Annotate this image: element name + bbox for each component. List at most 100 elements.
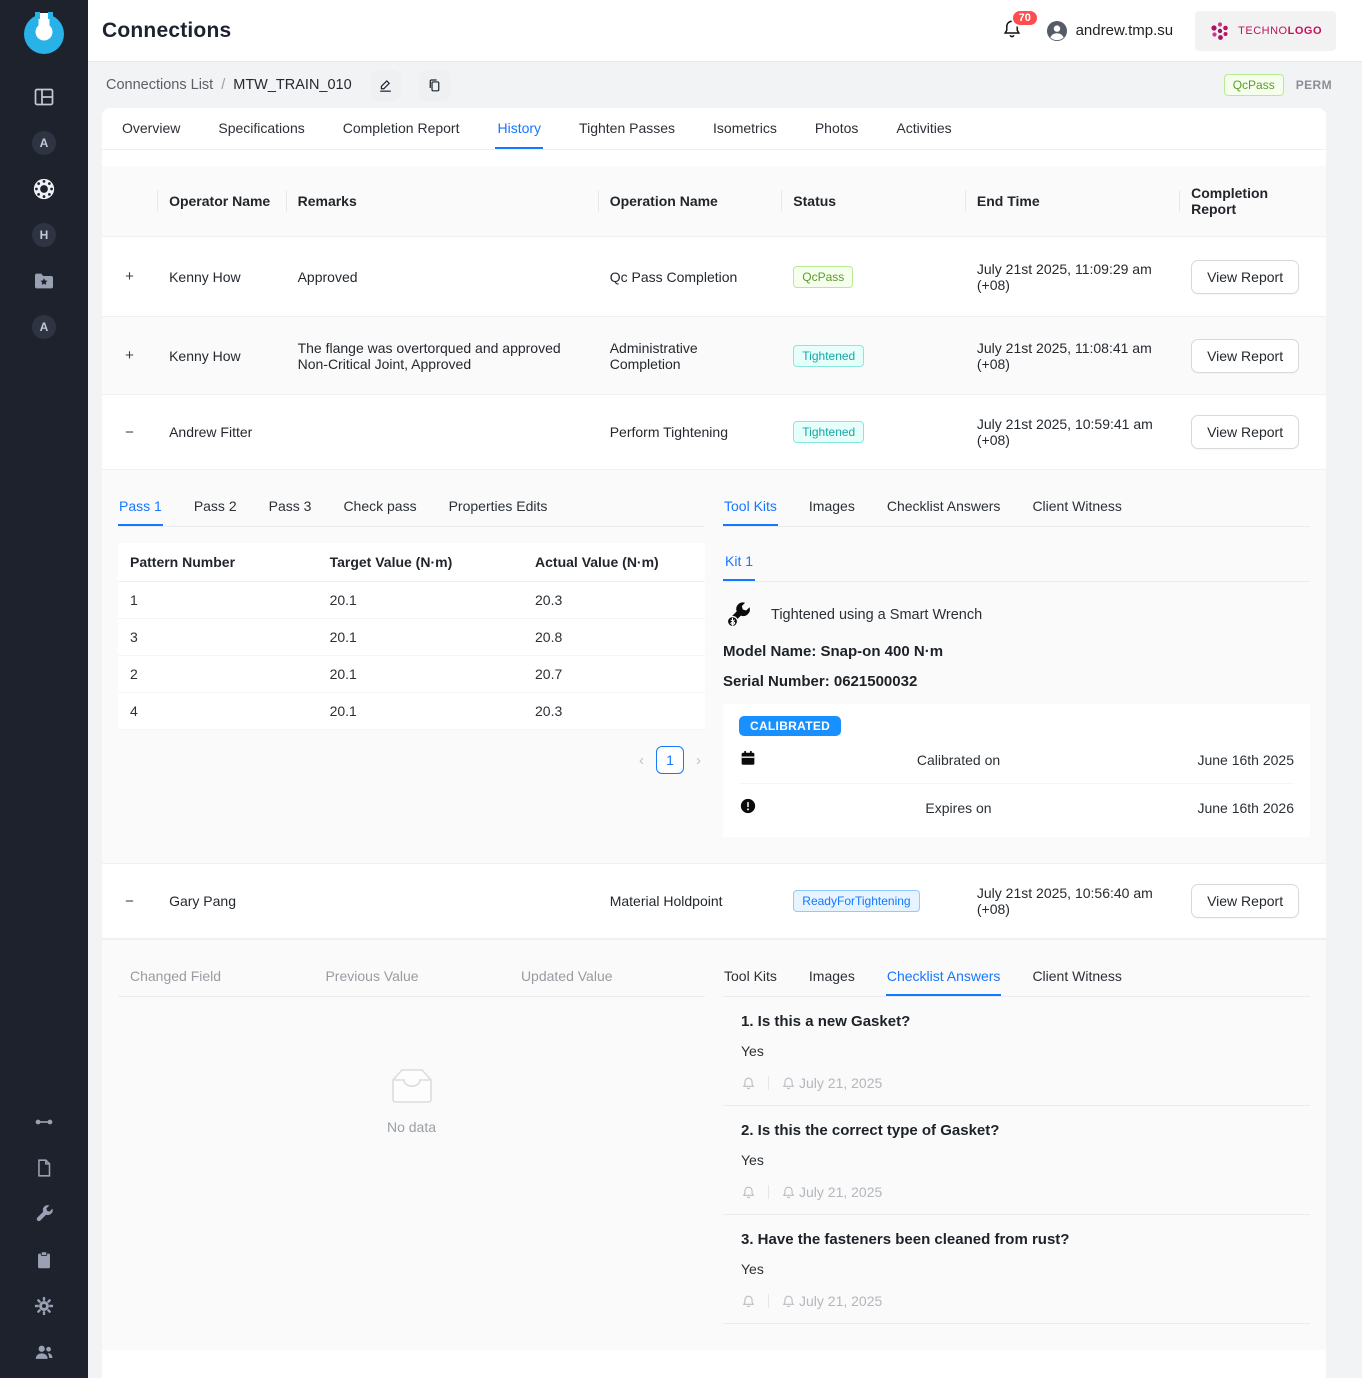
tab-history[interactable]: History [495, 108, 543, 149]
checklist-answer: Yes [741, 1261, 1310, 1277]
tab-properties-edits[interactable]: Properties Edits [448, 490, 549, 526]
tab-kit-1[interactable]: Kit 1 [723, 547, 755, 581]
tab-check-pass[interactable]: Check pass [342, 490, 417, 526]
toolkit-tab-bar: Tool Kits Images Checklist Answers Clien… [723, 490, 1310, 527]
tab-checklist-answers[interactable]: Checklist Answers [886, 960, 1002, 996]
tab-overview[interactable]: Overview [120, 108, 182, 149]
table-row: 420.120.3 [118, 693, 705, 730]
tab-client-witness[interactable]: Client Witness [1031, 490, 1122, 526]
passes-pane: Pass 1 Pass 2 Pass 3 Check pass Properti… [118, 490, 705, 837]
table-row: 320.120.8 [118, 619, 705, 656]
tab-completion-report[interactable]: Completion Report [341, 108, 462, 149]
perm-label: PERM [1296, 78, 1332, 92]
view-report-button[interactable]: View Report [1191, 884, 1299, 918]
smart-wrench-icon [723, 600, 753, 630]
copy-button[interactable] [419, 70, 450, 101]
expand-toggle[interactable]: + [125, 269, 134, 284]
user-menu[interactable]: andrew.tmp.su [1045, 19, 1174, 43]
checklist-date: July 21, 2025 [799, 1293, 882, 1309]
view-report-button[interactable]: View Report [1191, 260, 1299, 294]
folder-star-icon[interactable] [32, 269, 56, 293]
tab-tool-kits[interactable]: Tool Kits [723, 960, 778, 996]
tab-pass-3[interactable]: Pass 3 [268, 490, 313, 526]
view-report-button[interactable]: View Report [1191, 339, 1299, 373]
checklist-date: July 21, 2025 [799, 1075, 882, 1091]
pagination: ‹ 1 › [118, 730, 705, 778]
empty-state: No data [118, 1063, 705, 1135]
table-row: + Kenny How Approved Qc Pass Completion … [102, 236, 1326, 316]
collapse-toggle[interactable]: − [125, 894, 134, 909]
page-title: Connections [102, 19, 231, 43]
connections-link-icon[interactable] [32, 1110, 56, 1134]
tab-checklist-answers[interactable]: Checklist Answers [886, 490, 1002, 526]
table-row: − Gary Pang Material Holdpoint ReadyForT… [102, 863, 1326, 939]
remarks: The flange was overtorqued and approved … [286, 328, 598, 384]
tab-client-witness[interactable]: Client Witness [1031, 960, 1122, 996]
sidebar-item-a2[interactable]: A [32, 315, 56, 339]
notifications-bell-icon[interactable]: 70 [1001, 18, 1023, 43]
checklist-item: 1. Is this a new Gasket? Yes July 21, 20… [723, 997, 1310, 1106]
pagination-prev[interactable]: ‹ [639, 752, 644, 769]
sidebar-item-a1[interactable]: A [32, 131, 56, 155]
breadcrumb-connections-list[interactable]: Connections List [106, 77, 213, 93]
remarks [286, 889, 598, 913]
toolkit-description: Tightened using a Smart Wrench [771, 607, 982, 623]
tab-specifications[interactable]: Specifications [216, 108, 306, 149]
changes-table-header: Changed Field Previous Value Updated Val… [118, 968, 705, 997]
tab-isometrics[interactable]: Isometrics [711, 108, 779, 149]
status-badge: ReadyForTightening [793, 890, 919, 912]
end-time: July 21st 2025, 11:08:41 am (+08) [965, 328, 1179, 384]
operator-name: Andrew Fitter [157, 412, 286, 452]
wrench-icon[interactable] [32, 1202, 56, 1226]
operation-name: Qc Pass Completion [598, 257, 782, 297]
copy-icon [426, 77, 443, 94]
tab-pass-2[interactable]: Pass 2 [193, 490, 238, 526]
expanded-tightening-detail: Pass 1 Pass 2 Pass 3 Check pass Properti… [102, 469, 1326, 863]
sidebar-item-h[interactable]: H [32, 223, 56, 247]
breadcrumb-row: Connections List / MTW_TRAIN_010 QcPass … [88, 62, 1362, 108]
edit-button[interactable] [370, 70, 401, 101]
toolkit-pane: Tool Kits Images Checklist Answers Clien… [723, 490, 1310, 837]
tab-tool-kits[interactable]: Tool Kits [723, 490, 778, 526]
brand-dots-icon [1209, 20, 1231, 42]
view-report-button[interactable]: View Report [1191, 415, 1299, 449]
clipboard-icon[interactable] [32, 1248, 56, 1272]
expand-toggle[interactable]: + [125, 348, 134, 363]
end-time: July 21st 2025, 11:09:29 am (+08) [965, 249, 1179, 305]
tab-images[interactable]: Images [808, 960, 856, 996]
calendar-icon [739, 749, 757, 767]
sidebar: A H A [0, 0, 88, 1378]
tab-photos[interactable]: Photos [813, 108, 861, 149]
table-row: + Kenny How The flange was overtorqued a… [102, 316, 1326, 394]
history-table-header: Operator Name Remarks Operation Name Sta… [102, 166, 1326, 236]
pagination-next[interactable]: › [696, 752, 701, 769]
calibrated-badge: CALIBRATED [739, 716, 841, 736]
checklist-question: 3. Have the fasteners been cleaned from … [741, 1231, 1310, 1248]
tab-pass-1[interactable]: Pass 1 [118, 490, 163, 526]
flange-icon[interactable] [32, 177, 56, 201]
checklist-pane: Tool Kits Images Checklist Answers Clien… [723, 960, 1310, 1324]
pass-tab-bar: Pass 1 Pass 2 Pass 3 Check pass Properti… [118, 490, 705, 527]
operator-name: Kenny How [157, 257, 286, 297]
operation-name: Perform Tightening [598, 412, 782, 452]
bell-icon [741, 1076, 756, 1091]
model-name: Model Name: Snap-on 400 N·m [723, 643, 1310, 660]
dashboard-icon[interactable] [32, 85, 56, 109]
table-row: 120.120.3 [118, 582, 705, 619]
app-logo-wrench-icon[interactable] [22, 12, 66, 59]
collapse-toggle[interactable]: − [125, 425, 134, 440]
tab-activities[interactable]: Activities [894, 108, 953, 149]
tab-tighten-passes[interactable]: Tighten Passes [577, 108, 677, 149]
users-icon[interactable] [32, 1340, 56, 1364]
exclamation-circle-icon [739, 797, 757, 815]
status-badge: Tightened [793, 345, 864, 367]
checklist-tab-bar: Tool Kits Images Checklist Answers Clien… [723, 960, 1310, 997]
settings-gear-icon[interactable] [32, 1294, 56, 1318]
tab-images[interactable]: Images [808, 490, 856, 526]
main-tab-bar: Overview Specifications Completion Repor… [102, 108, 1326, 150]
bell-icon [741, 1185, 756, 1200]
document-icon[interactable] [32, 1156, 56, 1180]
expires-on-row: Expires on June 16th 2026 [739, 783, 1294, 831]
checklist-question: 1. Is this a new Gasket? [741, 1013, 1310, 1030]
pagination-page-1[interactable]: 1 [656, 746, 684, 774]
